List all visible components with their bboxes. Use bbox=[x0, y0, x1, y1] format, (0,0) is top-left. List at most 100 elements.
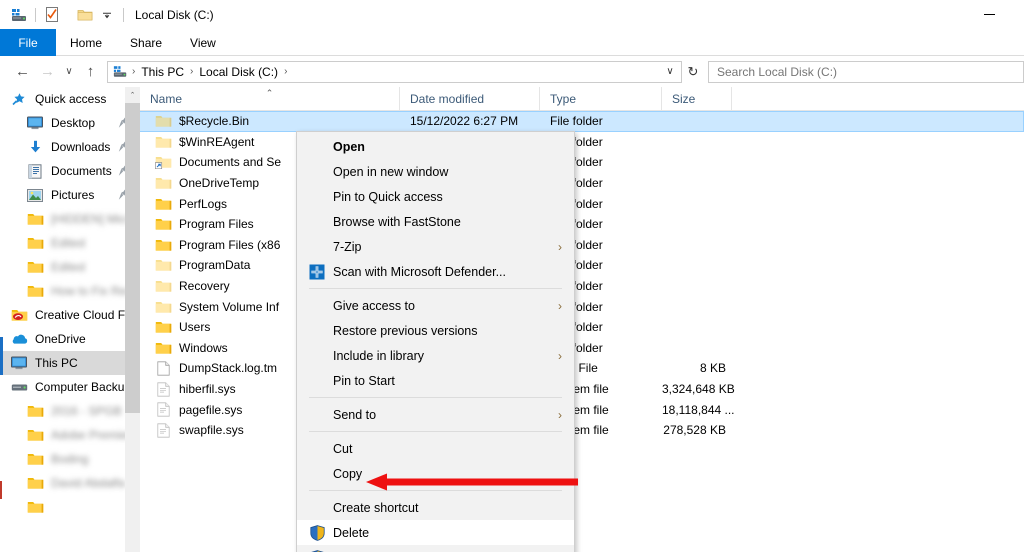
context-menu-item-label: Give access to bbox=[333, 299, 415, 313]
table-row[interactable]: DumpStack.log.tmTMP File8 KB bbox=[140, 358, 1024, 379]
column-header-size-label: Size bbox=[672, 92, 695, 106]
file-name-label: $Recycle.Bin bbox=[179, 114, 249, 128]
table-row[interactable]: System Volume InfFile folder bbox=[140, 296, 1024, 317]
sidebar-item-downloads[interactable]: Downloads bbox=[0, 135, 140, 159]
context-menu-item-copy[interactable]: Copy bbox=[297, 461, 574, 486]
context-menu-item-browse-with-faststone[interactable]: Browse with FastStone bbox=[297, 209, 574, 234]
file-name-label: swapfile.sys bbox=[179, 423, 244, 437]
sidebar-item-pictures[interactable]: Pictures bbox=[0, 183, 140, 207]
context-menu-item-label: Create shortcut bbox=[333, 501, 418, 515]
table-row[interactable]: ProgramDataFile folder bbox=[140, 255, 1024, 276]
sidebar-item-onedrive[interactable]: OneDrive bbox=[0, 327, 140, 351]
new-folder-icon[interactable] bbox=[74, 5, 96, 25]
sidebar-item-david-abdalfa[interactable]: David Abdalfa - bbox=[0, 471, 140, 495]
qat-separator-2 bbox=[123, 8, 124, 22]
context-menu-item-pin-to-start[interactable]: Pin to Start bbox=[297, 368, 574, 393]
sidebar-item-label: Edited bbox=[51, 260, 85, 274]
table-row[interactable]: hiberfil.sysSystem file3,324,648 KB bbox=[140, 379, 1024, 400]
minimize-button[interactable] bbox=[966, 0, 1012, 29]
sidebar-item-label: Pictures bbox=[51, 188, 94, 202]
breadcrumb[interactable]: › This PC › Local Disk (C:) › ∨ bbox=[107, 61, 682, 83]
context-menu-item-give-access-to[interactable]: Give access to› bbox=[297, 293, 574, 318]
context-menu-item-create-shortcut[interactable]: Create shortcut bbox=[297, 495, 574, 520]
table-row[interactable]: OneDriveTempFile folder bbox=[140, 173, 1024, 194]
sidebar-item-label: Computer Backup bbox=[35, 380, 131, 394]
column-header-size[interactable]: Size bbox=[662, 87, 732, 110]
context-menu-item-include-in-library[interactable]: Include in library› bbox=[297, 343, 574, 368]
table-row[interactable]: UsersFile folder bbox=[140, 317, 1024, 338]
creative-cloud-icon bbox=[10, 307, 28, 323]
sidebar-item-item-17[interactable] bbox=[0, 495, 140, 519]
context-menu-item-rename[interactable]: Rename bbox=[297, 545, 574, 552]
table-row[interactable]: pagefile.sysSystem file18,118,844 ... bbox=[140, 399, 1024, 420]
breadcrumb-item-local-disk[interactable]: Local Disk (C:) bbox=[194, 62, 283, 82]
search-input[interactable]: Search Local Disk (C:) bbox=[708, 61, 1024, 83]
tab-share[interactable]: Share bbox=[116, 29, 176, 56]
folder-icon bbox=[154, 319, 172, 335]
breadcrumb-separator-2[interactable]: › bbox=[283, 66, 288, 77]
context-menu-item-restore-previous-versions[interactable]: Restore previous versions bbox=[297, 318, 574, 343]
table-row[interactable]: $WinREAgentFile folder bbox=[140, 132, 1024, 153]
sidebar-item-boding[interactable]: Boding bbox=[0, 447, 140, 471]
sidebar-item-edited[interactable]: Edited bbox=[0, 255, 140, 279]
context-menu-item-open[interactable]: Open bbox=[297, 134, 574, 159]
table-row[interactable]: Program FilesFile folder bbox=[140, 214, 1024, 235]
context-menu-item-scan-with-microsoft-defender[interactable]: Scan with Microsoft Defender... bbox=[297, 259, 574, 284]
breadcrumb-item-this-pc[interactable]: This PC bbox=[136, 62, 189, 82]
scrollbar-up-arrow[interactable]: ⌃ bbox=[125, 87, 140, 102]
column-header-date-label: Date modified bbox=[410, 92, 484, 106]
column-header-date-modified[interactable]: Date modified bbox=[400, 87, 540, 110]
back-button[interactable]: ← bbox=[10, 60, 35, 84]
file-blank-icon bbox=[154, 360, 172, 376]
column-header-name[interactable]: Name ⌃ bbox=[140, 87, 400, 110]
table-row[interactable]: Documents and SeFile folder bbox=[140, 152, 1024, 173]
sidebar-item-quick-access[interactable]: Quick access bbox=[0, 87, 140, 111]
sidebar-item-edited[interactable]: Edited bbox=[0, 231, 140, 255]
sidebar-item-label: Creative Cloud Fil bbox=[35, 308, 130, 322]
table-row[interactable]: PerfLogsFile folder bbox=[140, 193, 1024, 214]
context-menu-item-7-zip[interactable]: 7-Zip› bbox=[297, 234, 574, 259]
sidebar-item-creative-cloud-fil[interactable]: Creative Cloud Fil bbox=[0, 303, 140, 327]
table-row[interactable]: swapfile.sysSystem file278,528 KB bbox=[140, 420, 1024, 441]
window-accent-left-a bbox=[0, 337, 3, 375]
window-accent-left-b bbox=[0, 481, 2, 499]
recent-locations-button[interactable]: ∨ bbox=[60, 60, 78, 84]
context-menu-item-send-to[interactable]: Send to› bbox=[297, 402, 574, 427]
file-size-cell: 18,118,844 ... bbox=[662, 403, 732, 417]
column-header-type[interactable]: Type bbox=[540, 87, 662, 110]
sidebar-item-this-pc[interactable]: This PC bbox=[0, 351, 140, 375]
navigation-scrollbar[interactable]: ⌃ bbox=[125, 87, 140, 552]
up-button[interactable]: ↑ bbox=[78, 60, 103, 84]
sidebar-item-computer-backup[interactable]: Computer Backup bbox=[0, 375, 140, 399]
sidebar-item-2016-spgb[interactable]: 2016 - SPGB bbox=[0, 399, 140, 423]
properties-icon[interactable] bbox=[41, 5, 63, 25]
sidebar-item-hidden-microsoft[interactable]: [HIDDEN] Microsoft bbox=[0, 207, 140, 231]
tab-file[interactable]: File bbox=[0, 29, 56, 56]
search-placeholder: Search Local Disk (C:) bbox=[717, 65, 837, 79]
tab-view[interactable]: View bbox=[176, 29, 230, 56]
table-row[interactable]: $Recycle.Bin15/12/2022 6:27 PMFile folde… bbox=[140, 111, 1024, 132]
customize-chevron-icon[interactable] bbox=[96, 5, 118, 25]
refresh-button[interactable]: ↻ bbox=[682, 61, 704, 83]
table-row[interactable]: Program Files (x86File folder bbox=[140, 235, 1024, 256]
breadcrumb-dropdown-icon[interactable]: ∨ bbox=[661, 66, 679, 77]
context-menu-item-delete[interactable]: Delete bbox=[297, 520, 574, 545]
context-menu-item-open-in-new-window[interactable]: Open in new window bbox=[297, 159, 574, 184]
sidebar-item-desktop[interactable]: Desktop bbox=[0, 111, 140, 135]
file-rows: $Recycle.Bin15/12/2022 6:27 PMFile folde… bbox=[140, 111, 1024, 441]
context-menu-item-cut[interactable]: Cut bbox=[297, 436, 574, 461]
table-row[interactable]: RecoveryFile folder bbox=[140, 276, 1024, 297]
sidebar-item-how-to-fix-recy[interactable]: How to Fix Recy bbox=[0, 279, 140, 303]
folder-dim-icon bbox=[154, 175, 172, 191]
quick-access-toolbar: Local Disk (C:) bbox=[0, 5, 214, 25]
this-pc-icon[interactable] bbox=[8, 5, 30, 25]
sidebar-item-label: OneDrive bbox=[35, 332, 86, 346]
sidebar-item-documents[interactable]: Documents bbox=[0, 159, 140, 183]
scrollbar-thumb[interactable] bbox=[125, 103, 140, 413]
context-menu-item-pin-to-quick-access[interactable]: Pin to Quick access bbox=[297, 184, 574, 209]
tab-home[interactable]: Home bbox=[56, 29, 116, 56]
table-row[interactable]: WindowsFile folder bbox=[140, 338, 1024, 359]
sidebar-item-adobe-premiere[interactable]: Adobe Premiere bbox=[0, 423, 140, 447]
context-menu-item-label: Browse with FastStone bbox=[333, 215, 461, 229]
forward-button[interactable]: → bbox=[35, 60, 60, 84]
